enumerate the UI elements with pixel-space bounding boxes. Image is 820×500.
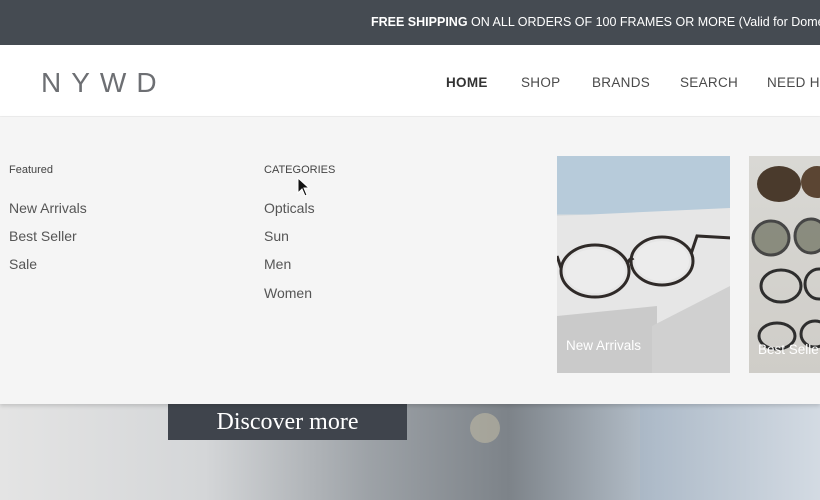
promo-best-seller-label: Best Selle xyxy=(758,342,819,357)
nav-home[interactable]: HOME xyxy=(446,75,488,90)
hero-figure xyxy=(640,403,820,500)
link-sun[interactable]: Sun xyxy=(264,228,289,244)
categories-title: CATEGORIES xyxy=(264,164,336,176)
announcement-bar: FREE SHIPPING ON ALL ORDERS OF 100 FRAME… xyxy=(0,0,820,45)
promo-best-seller[interactable]: Best Selle xyxy=(749,156,820,373)
discover-more-button[interactable]: Discover more xyxy=(168,403,407,440)
link-new-arrivals[interactable]: New Arrivals xyxy=(9,200,87,216)
announcement-rest: ON ALL ORDERS OF 100 FRAMES OR MORE (Val… xyxy=(471,15,820,29)
featured-title: Featured xyxy=(9,164,54,176)
brand-logo[interactable]: NYWD xyxy=(41,67,167,99)
link-opticals[interactable]: Opticals xyxy=(264,200,315,216)
promo-new-arrivals[interactable]: New Arrivals xyxy=(557,156,730,373)
nav-shop[interactable]: SHOP xyxy=(521,75,560,90)
sunglasses-image xyxy=(751,166,820,351)
hero-banner xyxy=(0,403,820,500)
link-sale[interactable]: Sale xyxy=(9,256,37,272)
nav-need-help[interactable]: NEED HE xyxy=(767,75,820,90)
shop-mega-menu: Featured New Arrivals Best Seller Sale C… xyxy=(0,117,820,404)
mouse-cursor-icon xyxy=(297,177,311,197)
link-best-seller[interactable]: Best Seller xyxy=(9,228,77,244)
hero-bokeh xyxy=(470,413,500,443)
announcement-bold: FREE SHIPPING xyxy=(371,15,468,29)
nav-brands[interactable]: BRANDS xyxy=(592,75,650,90)
announcement-text: FREE SHIPPING ON ALL ORDERS OF 100 FRAME… xyxy=(371,15,820,29)
site-header: NYWD HOME SHOP BRANDS SEARCH NEED HE xyxy=(0,45,820,117)
promo-new-arrivals-label: New Arrivals xyxy=(566,338,642,353)
link-men[interactable]: Men xyxy=(264,256,291,272)
link-women[interactable]: Women xyxy=(264,285,312,301)
nav-search[interactable]: SEARCH xyxy=(680,75,738,90)
